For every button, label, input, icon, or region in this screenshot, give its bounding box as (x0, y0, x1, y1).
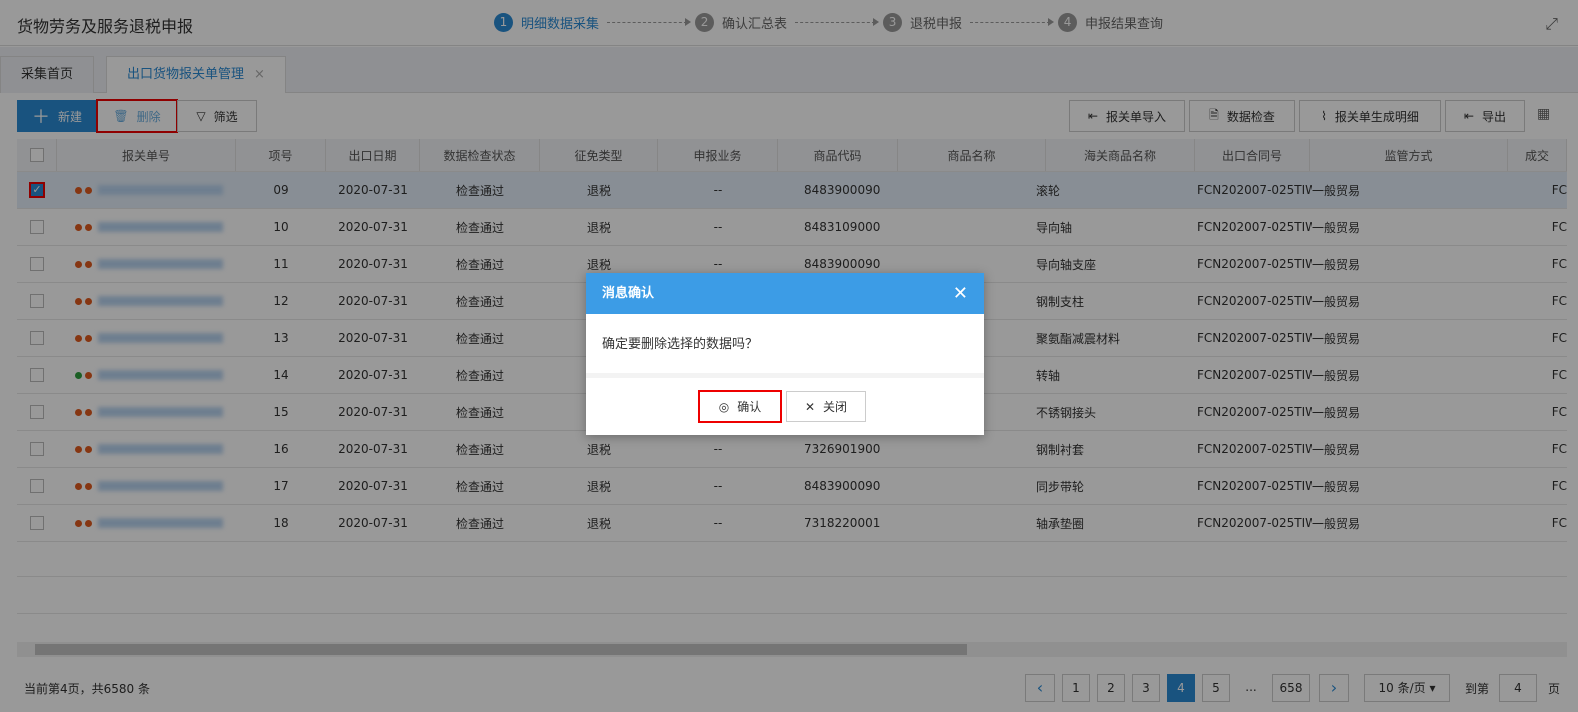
close-button[interactable]: ✕ 关闭 (786, 391, 866, 422)
dialog-message: 确定要删除选择的数据吗？ (586, 314, 984, 378)
close-icon: ✕ (804, 399, 816, 414)
button-label: 关闭 (823, 400, 848, 414)
confirm-dialog: 消息确认 ✕ 确定要删除选择的数据吗？ ◎ 确认 ✕ 关闭 (586, 273, 984, 435)
close-icon[interactable]: ✕ (953, 273, 968, 314)
button-label: 确认 (737, 400, 762, 414)
dialog-header: 消息确认 ✕ (586, 273, 984, 314)
check-circle-icon: ◎ (718, 399, 730, 414)
dialog-title: 消息确认 (602, 286, 655, 301)
confirm-button[interactable]: ◎ 确认 (698, 390, 782, 423)
